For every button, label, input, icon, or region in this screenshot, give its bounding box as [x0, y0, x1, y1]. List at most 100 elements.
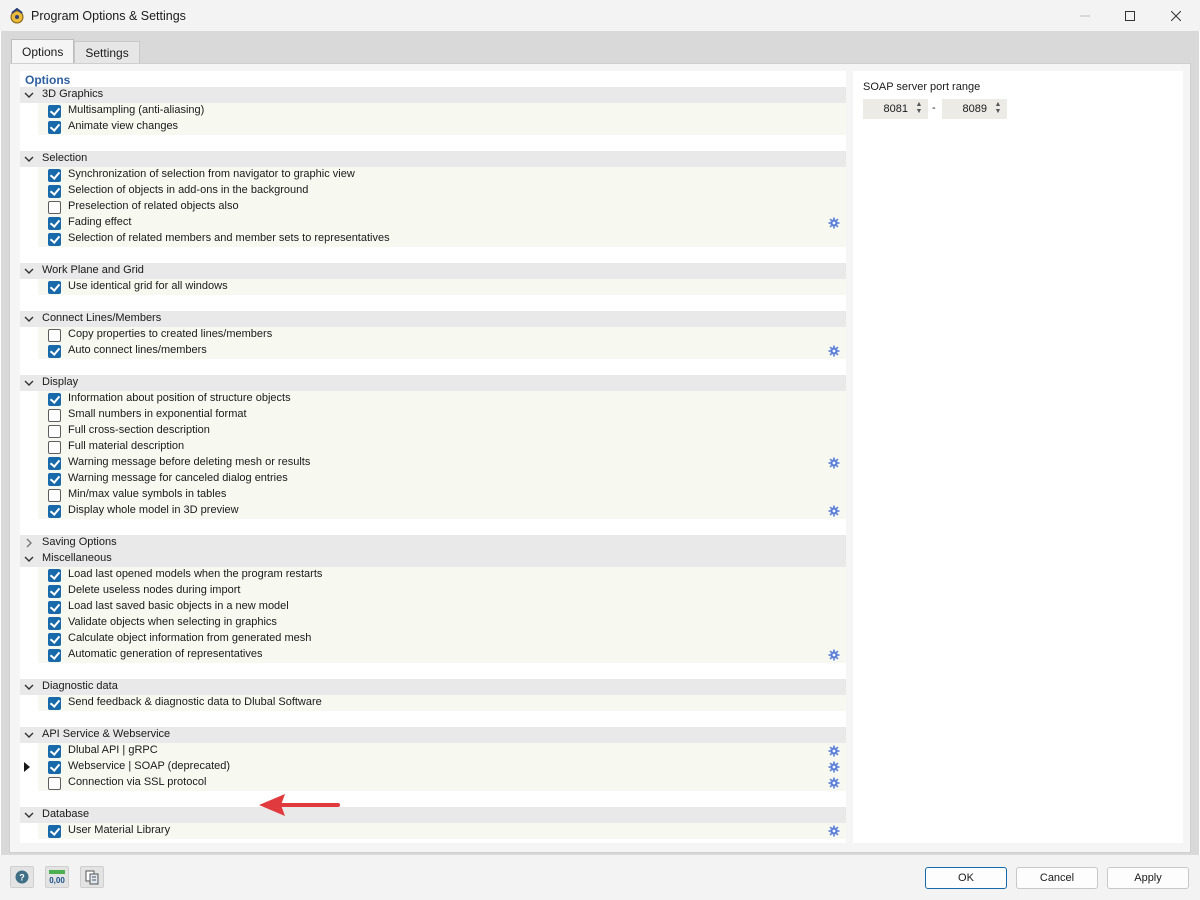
apply-button[interactable]: Apply [1107, 867, 1189, 889]
section-header[interactable]: API Service & Webservice [20, 727, 846, 743]
option-row[interactable]: Dlubal API | gRPC [38, 743, 846, 759]
maximize-button[interactable] [1107, 0, 1153, 31]
chevron-down-icon[interactable] [23, 680, 35, 694]
option-checkbox[interactable] [48, 121, 61, 134]
option-row[interactable]: Full cross-section description [38, 423, 846, 439]
gear-icon[interactable] [828, 457, 840, 469]
chevron-down-icon[interactable] [23, 152, 35, 166]
section-header[interactable]: Selection [20, 151, 846, 167]
tab-options[interactable]: Options [11, 39, 75, 63]
option-checkbox[interactable] [48, 105, 61, 118]
tab-settings[interactable]: Settings [74, 41, 140, 63]
option-row[interactable]: Warning message for canceled dialog entr… [38, 471, 846, 487]
option-checkbox[interactable] [48, 761, 61, 774]
option-row[interactable]: Preselection of related objects also [38, 199, 846, 215]
copy-settings-button[interactable] [80, 866, 104, 888]
option-row[interactable]: Validate objects when selecting in graph… [38, 615, 846, 631]
option-row[interactable]: Warning message before deleting mesh or … [38, 455, 846, 471]
ok-button[interactable]: OK [925, 867, 1007, 889]
option-row[interactable]: Webservice | SOAP (deprecated) [24, 759, 846, 775]
option-checkbox[interactable] [48, 633, 61, 646]
option-checkbox[interactable] [48, 217, 61, 230]
soap-port-to-spinner[interactable]: 8089 ▲ ▼ [942, 99, 1007, 119]
minimize-button[interactable] [1062, 0, 1108, 31]
option-checkbox[interactable] [48, 585, 61, 598]
option-row[interactable]: Animate view changes [38, 119, 846, 135]
gear-icon[interactable] [828, 649, 840, 661]
chevron-right-icon[interactable] [23, 536, 35, 550]
option-checkbox[interactable] [48, 233, 61, 246]
chevron-down-icon[interactable] [23, 376, 35, 390]
option-row[interactable]: Delete useless nodes during import [38, 583, 846, 599]
gear-icon[interactable] [828, 761, 840, 773]
spinner-arrows-icon[interactable]: ▲ ▼ [993, 101, 1003, 117]
units-button[interactable]: 0,00 [45, 866, 69, 888]
chevron-down-icon[interactable] [23, 728, 35, 742]
option-checkbox[interactable] [48, 425, 61, 438]
chevron-down-icon[interactable] [23, 552, 35, 566]
section-header[interactable]: Saving Options [20, 535, 846, 551]
option-row[interactable]: Auto connect lines/members [38, 343, 846, 359]
spinner-arrows-icon[interactable]: ▲ ▼ [914, 101, 924, 117]
option-checkbox[interactable] [48, 345, 61, 358]
gear-icon[interactable] [828, 745, 840, 757]
gear-icon[interactable] [828, 217, 840, 229]
option-checkbox[interactable] [48, 569, 61, 582]
option-row[interactable]: Full material description [38, 439, 846, 455]
option-row[interactable]: User Material Library [38, 823, 846, 839]
option-row[interactable]: Load last opened models when the program… [38, 567, 846, 583]
option-row[interactable]: Selection of related members and member … [38, 231, 846, 247]
option-row[interactable]: Fading effect [38, 215, 846, 231]
option-row[interactable]: Use identical grid for all windows [38, 279, 846, 295]
option-checkbox[interactable] [48, 473, 61, 486]
option-checkbox[interactable] [48, 457, 61, 470]
chevron-down-icon[interactable] [23, 264, 35, 278]
option-checkbox[interactable] [48, 697, 61, 710]
option-row[interactable]: Connection via SSL protocol [38, 775, 846, 791]
chevron-down-icon[interactable] [23, 312, 35, 326]
option-checkbox[interactable] [48, 169, 61, 182]
option-row[interactable]: Copy properties to created lines/members [38, 327, 846, 343]
option-row[interactable]: Automatic generation of representatives [38, 647, 846, 663]
gear-icon[interactable] [828, 825, 840, 837]
chevron-down-icon[interactable] [23, 88, 35, 102]
chevron-down-icon[interactable] [23, 808, 35, 822]
option-checkbox[interactable] [48, 617, 61, 630]
section-header[interactable]: Connect Lines/Members [20, 311, 846, 327]
option-checkbox[interactable] [48, 777, 61, 790]
option-checkbox[interactable] [48, 489, 61, 502]
section-header[interactable]: Miscellaneous [20, 551, 846, 567]
option-checkbox[interactable] [48, 745, 61, 758]
option-row[interactable]: Min/max value symbols in tables [38, 487, 846, 503]
option-checkbox[interactable] [48, 281, 61, 294]
gear-icon[interactable] [828, 505, 840, 517]
option-row[interactable]: Small numbers in exponential format [38, 407, 846, 423]
option-checkbox[interactable] [48, 649, 61, 662]
option-row[interactable]: Information about position of structure … [38, 391, 846, 407]
option-checkbox[interactable] [48, 329, 61, 342]
option-row[interactable]: Selection of objects in add-ons in the b… [38, 183, 846, 199]
section-header[interactable]: 3D Graphics [20, 87, 846, 103]
help-button[interactable]: ? [10, 866, 34, 888]
option-checkbox[interactable] [48, 505, 61, 518]
close-button[interactable] [1153, 0, 1199, 31]
section-header[interactable]: Database [20, 807, 846, 823]
option-row[interactable]: Load last saved basic objects in a new m… [38, 599, 846, 615]
option-checkbox[interactable] [48, 825, 61, 838]
option-checkbox[interactable] [48, 409, 61, 422]
gear-icon[interactable] [828, 777, 840, 789]
option-checkbox[interactable] [48, 601, 61, 614]
section-header[interactable]: Work Plane and Grid [20, 263, 846, 279]
option-checkbox[interactable] [48, 185, 61, 198]
soap-port-from-spinner[interactable]: 8081 ▲ ▼ [863, 99, 928, 119]
section-header[interactable]: Diagnostic data [20, 679, 846, 695]
option-checkbox[interactable] [48, 201, 61, 214]
option-row[interactable]: Display whole model in 3D preview [38, 503, 846, 519]
gear-icon[interactable] [828, 345, 840, 357]
option-row[interactable]: Multisampling (anti-aliasing) [38, 103, 846, 119]
cancel-button[interactable]: Cancel [1016, 867, 1098, 889]
option-checkbox[interactable] [48, 393, 61, 406]
option-row[interactable]: Synchronization of selection from naviga… [38, 167, 846, 183]
section-header[interactable]: Display [20, 375, 846, 391]
option-row[interactable]: Send feedback & diagnostic data to Dluba… [38, 695, 846, 711]
